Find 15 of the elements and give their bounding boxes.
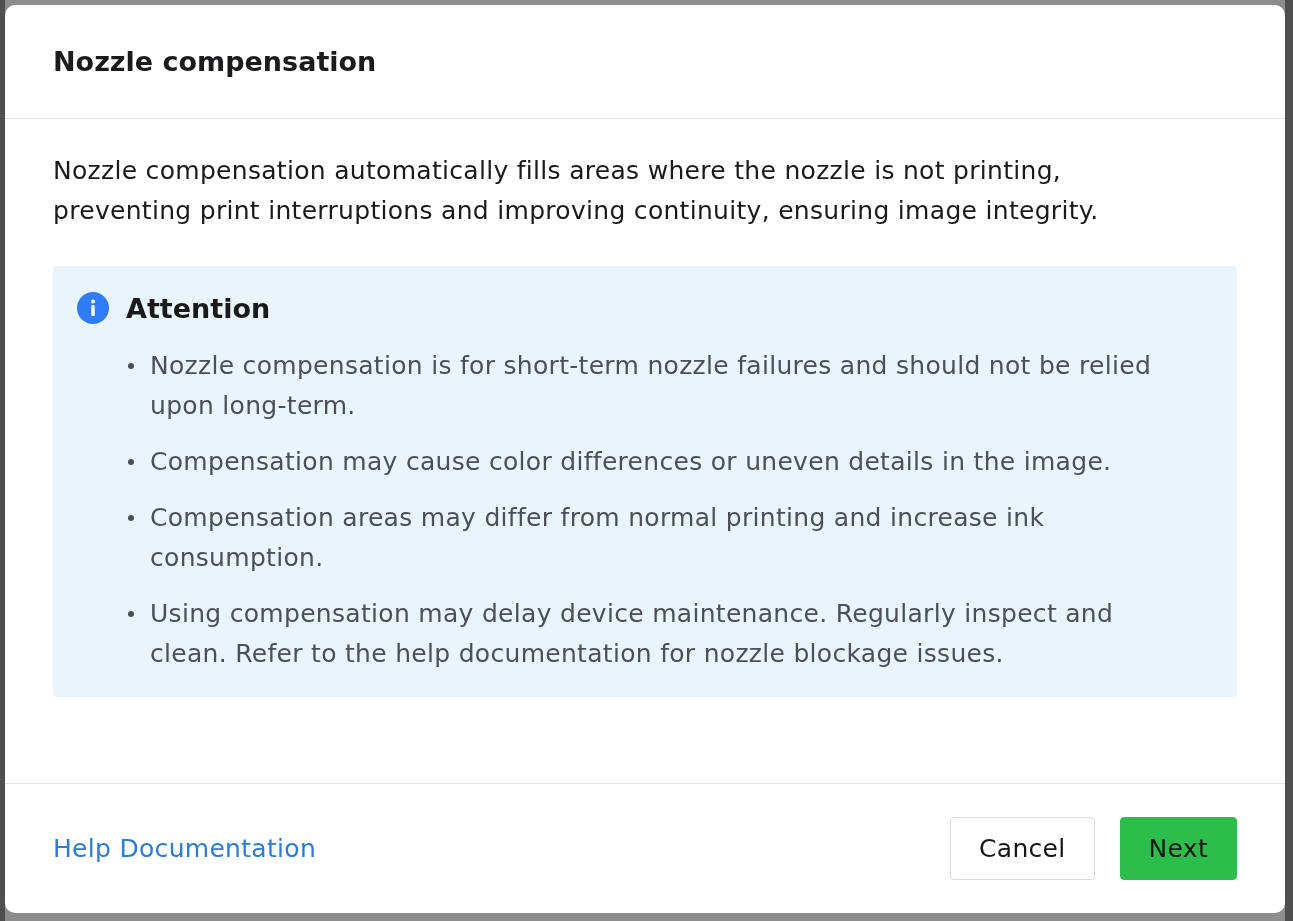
attention-item: Compensation areas may differ from normal printing and increase ink consumption.	[150, 502, 1046, 574]
help-link[interactable]: Help Documentation	[53, 834, 317, 863]
info-icon	[77, 292, 109, 324]
description-text: Nozzle compensation automatically fills areas where the nozzle is not printing, preventing print interruptions and improving continuity, ensuring image integrity.	[53, 155, 1100, 227]
attention-item: Using compensation may delay device maintenance. Regularly inspect and clean. Refer to the help documentation for nozzle blockage issues.	[150, 598, 1115, 670]
bullet-icon	[128, 363, 134, 369]
attention-item: Nozzle compensation is for short-term nozzle failures and should not be relied upon long-term.	[150, 350, 1153, 422]
dialog-title: Nozzle compensation	[53, 46, 377, 77]
next-button[interactable]: Next	[1119, 817, 1237, 880]
bullet-icon	[128, 611, 134, 617]
bullet-icon	[128, 459, 134, 465]
attention-item: Compensation may cause color differences or uneven details in the image.	[150, 446, 1112, 478]
attention-title: Attention	[126, 292, 271, 324]
bullet-icon	[128, 515, 134, 521]
cancel-button[interactable]: Cancel	[950, 817, 1095, 880]
